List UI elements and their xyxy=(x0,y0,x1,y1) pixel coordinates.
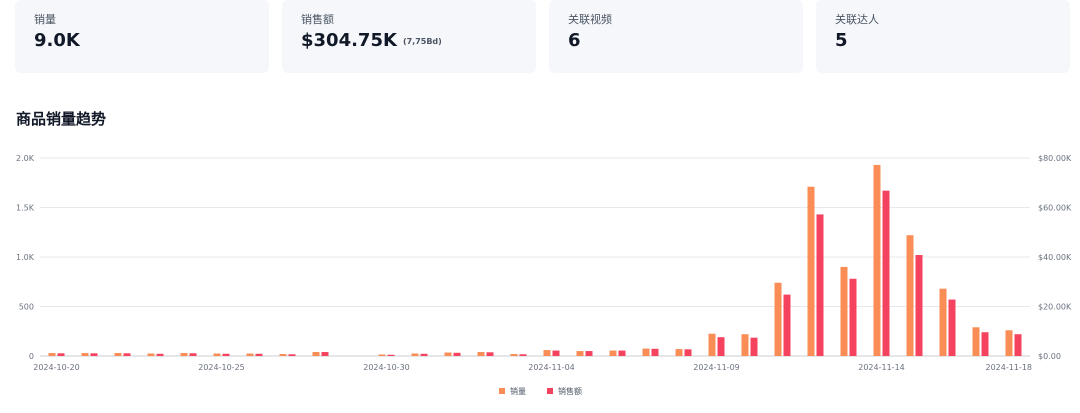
x-tick-label: 2024-11-09 xyxy=(693,363,740,372)
bar-sales xyxy=(81,353,89,356)
y-left-tick-label: 500 xyxy=(19,303,34,312)
bar-sales xyxy=(477,352,485,356)
y-right-tick-label: $60.00K xyxy=(1038,204,1072,213)
y-right-tick-label: $0.00 xyxy=(1038,352,1061,361)
bar-sales xyxy=(807,186,815,356)
bar-revenue xyxy=(684,349,692,356)
legend-label: 销量 xyxy=(510,386,526,396)
bar-revenue xyxy=(816,214,824,356)
bar-revenue xyxy=(915,255,923,356)
stat-label: 关联达人 xyxy=(835,13,879,26)
y-left-tick-label: 1.5K xyxy=(16,204,35,213)
x-tick-label: 2024-10-30 xyxy=(363,363,410,372)
stat-value: 5 xyxy=(835,30,848,51)
stat-card-sales: 销量 9.0K xyxy=(15,0,269,73)
bar-revenue xyxy=(90,353,98,356)
x-tick-label: 2024-10-25 xyxy=(198,363,245,372)
stat-label: 销售额 xyxy=(301,13,334,26)
stat-card-revenue: 销售额 $304.75K (7,75Bd) xyxy=(282,0,536,73)
bar-sales xyxy=(246,353,254,356)
bar-revenue xyxy=(519,354,527,356)
bar-sales xyxy=(576,351,584,356)
bar-revenue xyxy=(420,353,428,356)
bar-revenue xyxy=(585,351,593,356)
x-tick-label: 2024-11-14 xyxy=(858,363,905,372)
bar-revenue xyxy=(321,352,329,356)
stat-label: 销量 xyxy=(34,13,56,26)
bar-revenue xyxy=(750,337,758,356)
bar-revenue xyxy=(552,350,560,356)
bar-sales xyxy=(543,350,551,356)
bar-sales xyxy=(48,353,56,356)
legend-swatch xyxy=(547,388,553,394)
bar-sales xyxy=(1005,330,1013,356)
bar-sales xyxy=(444,352,452,356)
x-tick-label: 2024-11-18 xyxy=(986,363,1033,372)
y-right-tick-label: $80.00K xyxy=(1038,154,1072,163)
bar-sales xyxy=(708,333,716,356)
stat-sub-value: (7,75Bd) xyxy=(402,36,442,46)
bar-revenue xyxy=(717,337,725,356)
bar-revenue xyxy=(387,354,395,356)
section-title: 商品销量趋势 xyxy=(16,110,107,128)
bar-sales xyxy=(840,266,848,356)
bar-sales xyxy=(675,349,683,356)
bar-sales xyxy=(609,350,617,356)
stats-cards: 销量 9.0K 销售额 $304.75K (7,75Bd) 关联视频 6 关联达人… xyxy=(15,0,1070,73)
y-left-tick-label: 0 xyxy=(29,352,34,361)
bar-revenue xyxy=(849,278,857,356)
y-right-tick-label: $40.00K xyxy=(1038,253,1072,262)
bar-revenue xyxy=(1014,334,1022,356)
legend-label: 销售额 xyxy=(558,386,582,396)
bar-sales xyxy=(510,354,518,356)
bar-sales xyxy=(147,353,155,356)
bar-revenue xyxy=(189,353,197,356)
bar-sales xyxy=(972,327,980,356)
bar-sales xyxy=(741,334,749,356)
stat-value: 6 xyxy=(568,30,581,51)
bar-sales xyxy=(939,288,947,356)
bar-revenue xyxy=(288,354,296,356)
bar-sales xyxy=(774,282,782,356)
bar-sales xyxy=(312,352,320,356)
bar-revenue xyxy=(948,299,956,356)
bar-revenue xyxy=(882,190,890,356)
bar-revenue xyxy=(783,294,791,356)
bar-revenue xyxy=(981,332,989,356)
stat-value: 9.0K xyxy=(34,30,80,51)
stat-card-creators: 关联达人 5 xyxy=(816,0,1070,73)
bar-revenue xyxy=(618,350,626,356)
stat-label: 关联视频 xyxy=(568,13,612,26)
bar-sales xyxy=(279,354,287,356)
bar-sales xyxy=(906,235,914,356)
y-right-tick-label: $20.00K xyxy=(1038,303,1072,312)
bar-sales xyxy=(642,348,650,356)
x-tick-label: 2024-10-20 xyxy=(33,363,80,372)
bar-revenue xyxy=(156,353,164,356)
y-left-tick-label: 2.0K xyxy=(16,154,35,163)
stat-value: $304.75K (7,75Bd) xyxy=(301,30,442,51)
y-left-tick-label: 1.0K xyxy=(16,253,35,262)
bar-sales xyxy=(114,353,122,356)
bar-revenue xyxy=(255,353,263,356)
legend-swatch xyxy=(499,388,505,394)
bar-sales xyxy=(378,354,386,356)
bar-revenue xyxy=(57,353,65,356)
bar-revenue xyxy=(651,348,659,356)
bar-revenue xyxy=(453,352,461,356)
x-tick-label: 2024-11-04 xyxy=(528,363,575,372)
bar-sales xyxy=(411,353,419,356)
bar-sales xyxy=(873,164,881,356)
bar-revenue xyxy=(123,353,131,356)
bar-sales xyxy=(213,353,221,356)
bar-sales xyxy=(180,353,188,356)
stat-card-videos: 关联视频 6 xyxy=(549,0,803,73)
bar-revenue xyxy=(222,353,230,356)
sales-trend-chart: 0 $0.00 500 $20.00K 1.0K $40.00K 1.5K $60.00K 2.… xyxy=(16,154,1072,396)
bar-revenue xyxy=(486,352,494,356)
